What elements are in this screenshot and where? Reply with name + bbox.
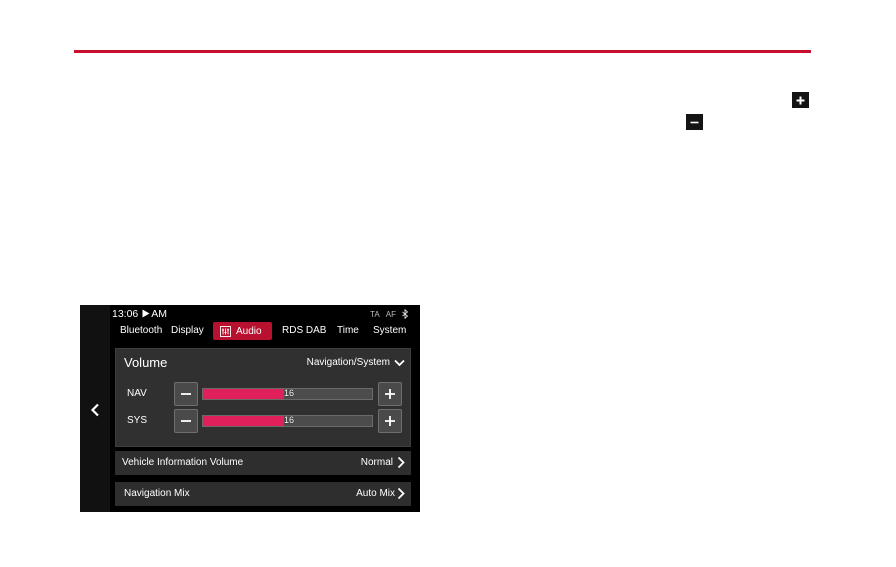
vehicle-info-volume-label: Vehicle Information Volume [122, 457, 244, 468]
tab-audio[interactable]: Audio [213, 322, 272, 340]
navigation-mix-label: Navigation Mix [124, 488, 190, 499]
tab-display[interactable]: Display [171, 322, 204, 340]
nav-label: NAV [127, 388, 147, 399]
minus-icon [181, 393, 191, 395]
nav-increase-button[interactable] [378, 382, 402, 406]
tab-audio-label: Audio [236, 325, 262, 337]
sys-volume-slider[interactable]: 16 [202, 415, 373, 427]
bluetooth-icon [402, 309, 408, 319]
back-button[interactable] [80, 395, 110, 425]
ta-indicator: TA [370, 309, 380, 319]
tab-bluetooth[interactable]: Bluetooth [120, 322, 162, 340]
left-rail [80, 305, 110, 512]
volume-title: Volume [124, 355, 168, 370]
chevron-right-icon [397, 487, 405, 500]
navigation-mix-row[interactable]: Navigation Mix Auto Mix [115, 482, 411, 506]
sys-increase-button[interactable] [378, 409, 402, 433]
tab-bar: Bluetooth Display Audio RDS DAB Time Sys… [112, 322, 420, 340]
chevron-right-icon [397, 456, 405, 469]
nav-volume-fill [203, 389, 285, 399]
header-rule [74, 50, 811, 53]
status-bar: 13:06 AM TA AF [112, 308, 420, 322]
clock-ampm: AM [151, 308, 167, 320]
nav-volume-slider[interactable]: 16 [202, 388, 373, 400]
nav-volume-value: 16 [284, 388, 295, 398]
tab-time[interactable]: Time [337, 322, 359, 340]
minus-icon [686, 114, 703, 130]
volume-mode-value: Navigation/System [306, 357, 390, 368]
minus-icon [181, 420, 191, 422]
head-unit-screen: 13:06 AM TA AF Bluetooth Display Audio R… [80, 305, 420, 512]
sys-volume-fill [203, 416, 285, 426]
plus-icon [385, 389, 395, 399]
status-indicators: TA AF [370, 309, 408, 319]
clock: 13:06 AM [112, 308, 167, 320]
sys-volume-value: 16 [284, 415, 295, 425]
plus-icon [792, 92, 809, 108]
sys-label: SYS [127, 415, 148, 426]
tab-system[interactable]: System [373, 322, 406, 340]
tab-rds-dab[interactable]: RDS DAB [282, 322, 326, 340]
nav-decrease-button[interactable] [174, 382, 198, 406]
sys-decrease-button[interactable] [174, 409, 198, 433]
navigation-mix-value-group: Auto Mix [356, 487, 405, 500]
equalizer-icon [220, 325, 231, 337]
vehicle-info-volume-value: Normal [360, 457, 393, 468]
chevron-down-icon [394, 359, 405, 366]
chevron-left-icon [90, 403, 99, 417]
vehicle-info-volume-row[interactable]: Vehicle Information Volume Normal [115, 451, 411, 475]
plus-icon [385, 416, 395, 426]
clock-time: 13:06 [112, 308, 139, 320]
play-icon [142, 309, 150, 318]
vehicle-info-volume-value-group: Normal [361, 456, 405, 469]
volume-mode-select[interactable]: Navigation/System [307, 357, 405, 368]
volume-panel: Volume Navigation/System NAV 16 SYS 16 [115, 348, 411, 447]
af-indicator: AF [385, 309, 396, 319]
navigation-mix-value: Auto Mix [356, 488, 395, 499]
